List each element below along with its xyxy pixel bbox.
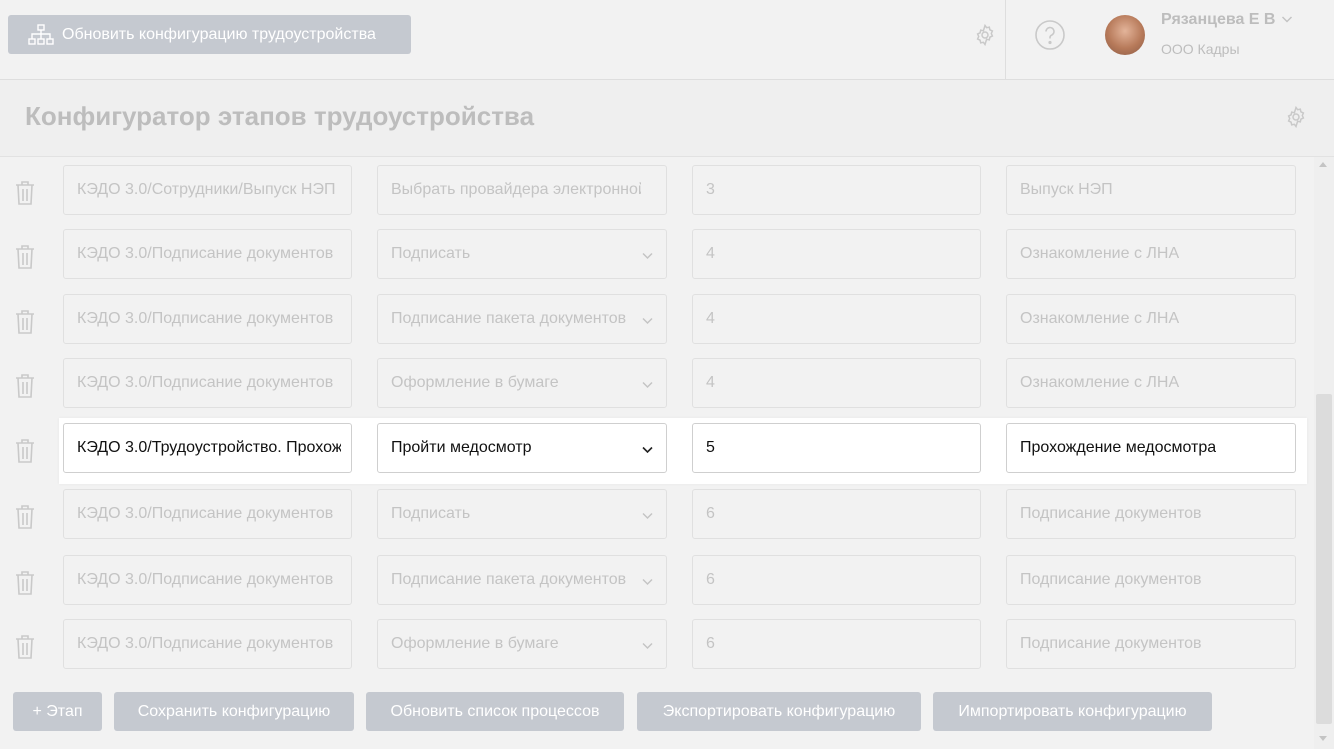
- action-select[interactable]: Оформление в бумаге: [377, 358, 667, 408]
- step-number-field[interactable]: 6: [692, 489, 981, 539]
- step-number-field[interactable]: 6: [692, 619, 981, 669]
- page-title-bar: Конфигуратор этапов трудоустройства: [0, 80, 1334, 157]
- chevron-down-icon: [642, 381, 653, 389]
- step-number-field[interactable]: 4: [692, 358, 981, 408]
- scrollbar-thumb[interactable]: [1316, 394, 1332, 724]
- scroll-down-arrow-icon[interactable]: [1318, 735, 1328, 743]
- stage-row: КЭДО 3.0/Подписание документов Подписать…: [0, 489, 1314, 545]
- stage-row: КЭДО 3.0/Подписание документов Подписать…: [0, 229, 1314, 285]
- action-select[interactable]: Подписание пакета документов: [377, 294, 667, 344]
- stage-row: КЭДО 3.0/Подписание документов Подписани…: [0, 555, 1314, 611]
- action-select[interactable]: Подписание пакета документов: [377, 555, 667, 605]
- action-select[interactable]: Подписать: [377, 229, 667, 279]
- chevron-down-icon: [642, 446, 653, 454]
- page-title: Конфигуратор этапов трудоустройства: [25, 101, 535, 131]
- scroll-up-arrow-icon[interactable]: [1318, 160, 1328, 168]
- process-field[interactable]: КЭДО 3.0/Подписание документов: [63, 489, 352, 539]
- action-select[interactable]: Выбрать провайдера электронной подписи: [377, 165, 667, 215]
- stage-row: КЭДО 3.0/Подписание документов Оформлени…: [0, 358, 1314, 414]
- refresh-processes-button[interactable]: Обновить список процессов: [366, 692, 624, 731]
- stage-name-field[interactable]: Ознакомление с ЛНА: [1006, 229, 1296, 279]
- process-field[interactable]: КЭДО 3.0/Сотрудники/Выпуск НЭП: [63, 165, 352, 215]
- stage-name-field[interactable]: Выпуск НЭП: [1006, 165, 1296, 215]
- trash-icon[interactable]: [14, 309, 36, 335]
- export-configuration-button[interactable]: Экспортировать конфигурацию: [637, 692, 921, 731]
- action-select[interactable]: Подписать: [377, 489, 667, 539]
- stage-row: КЭДО 3.0/Подписание документов Подписани…: [0, 294, 1314, 350]
- avatar[interactable]: [1105, 15, 1145, 55]
- process-field[interactable]: КЭДО 3.0/Подписание документов: [63, 229, 352, 279]
- update-configuration-button[interactable]: Обновить конфигурацию трудоустройства: [8, 15, 411, 54]
- process-field[interactable]: КЭДО 3.0/Подписание документов: [63, 555, 352, 605]
- chevron-down-icon: [642, 252, 653, 260]
- user-name[interactable]: Рязанцева Е В: [1161, 11, 1275, 29]
- chevron-down-icon: [642, 317, 653, 325]
- action-select[interactable]: Оформление в бумаге: [377, 619, 667, 669]
- process-field[interactable]: КЭДО 3.0/Подписание документов: [63, 294, 352, 344]
- trash-icon[interactable]: [14, 438, 36, 464]
- stage-name-field[interactable]: Подписание документов: [1006, 619, 1296, 669]
- stage-name-field[interactable]: Подписание документов: [1006, 555, 1296, 605]
- organization-name: ООО Кадры: [1161, 41, 1240, 57]
- gear-icon[interactable]: [973, 23, 997, 47]
- stage-name-field[interactable]: Подписание документов: [1006, 489, 1296, 539]
- chevron-down-icon: [642, 642, 653, 650]
- process-field[interactable]: КЭДО 3.0/Трудоустройство. Прохождение ме…: [63, 423, 352, 473]
- hierarchy-icon: [28, 23, 54, 46]
- gear-icon[interactable]: [1284, 105, 1308, 129]
- stage-list: КЭДО 3.0/Сотрудники/Выпуск НЭП Выбрать п…: [0, 157, 1314, 677]
- process-field[interactable]: КЭДО 3.0/Подписание документов: [63, 619, 352, 669]
- chevron-down-icon: [642, 512, 653, 520]
- step-number-field[interactable]: 6: [692, 555, 981, 605]
- trash-icon[interactable]: [14, 570, 36, 596]
- add-stage-button[interactable]: + Этап: [13, 692, 102, 731]
- step-number-field[interactable]: 5: [692, 423, 981, 473]
- header-divider: [1005, 0, 1006, 79]
- trash-icon[interactable]: [14, 504, 36, 530]
- top-header: Обновить конфигурацию трудоустройства Ря…: [0, 0, 1334, 80]
- step-number-field[interactable]: 3: [692, 165, 981, 215]
- stage-row: КЭДО 3.0/Сотрудники/Выпуск НЭП Выбрать п…: [0, 165, 1314, 221]
- stage-row-active: КЭДО 3.0/Трудоустройство. Прохождение ме…: [0, 418, 1314, 484]
- trash-icon[interactable]: [14, 244, 36, 270]
- save-configuration-button[interactable]: Сохранить конфигурацию: [114, 692, 354, 731]
- trash-icon[interactable]: [14, 373, 36, 399]
- question-circle-icon[interactable]: [1034, 19, 1066, 51]
- chevron-down-icon: [642, 578, 653, 586]
- step-number-field[interactable]: 4: [692, 294, 981, 344]
- action-select[interactable]: Пройти медосмотр: [377, 423, 667, 473]
- trash-icon[interactable]: [14, 180, 36, 206]
- step-number-field[interactable]: 4: [692, 229, 981, 279]
- update-configuration-label: Обновить конфигурацию трудоустройства: [62, 25, 376, 43]
- stage-name-field[interactable]: Ознакомление с ЛНА: [1006, 294, 1296, 344]
- stage-name-field[interactable]: Прохождение медосмотра: [1006, 423, 1296, 473]
- stage-row: КЭДО 3.0/Подписание документов Оформлени…: [0, 619, 1314, 675]
- chevron-down-icon[interactable]: [1281, 13, 1293, 25]
- stage-name-field[interactable]: Ознакомление с ЛНА: [1006, 358, 1296, 408]
- trash-icon[interactable]: [14, 634, 36, 660]
- process-field[interactable]: КЭДО 3.0/Подписание документов: [63, 358, 352, 408]
- import-configuration-button[interactable]: Импортировать конфигурацию: [933, 692, 1212, 731]
